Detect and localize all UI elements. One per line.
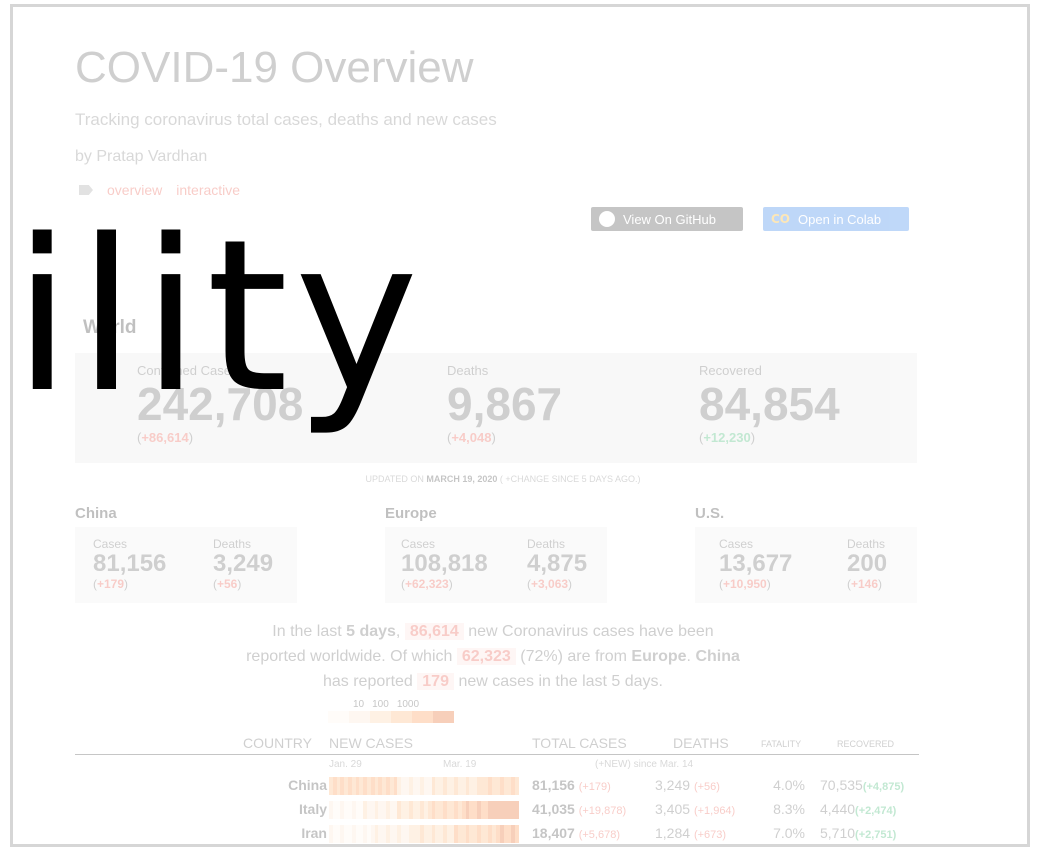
table-row: China 81,156 (+179) 3,249 (+56) 4.0% 70,535(… — [75, 775, 919, 797]
recovered-label: Recovered — [699, 363, 762, 378]
header-fatality[interactable]: FATALITY — [761, 739, 801, 749]
browser-frame: COVID-19 Overview Tracking coronavirus t… — [10, 4, 1030, 847]
header-country[interactable]: COUNTRY — [243, 735, 312, 751]
deaths-value: 9,867 — [447, 378, 563, 430]
view-on-github-button[interactable]: View On GitHub — [591, 207, 743, 231]
row-recovered-change: (+2,474) — [855, 805, 897, 817]
us-deaths: 200 — [847, 550, 888, 577]
china-cases: 81,156 — [93, 550, 167, 577]
row-country: China — [288, 777, 327, 793]
table-header: COUNTRY NEW CASES TOTAL CASES DEATHS FAT… — [75, 733, 919, 755]
timeline-start: Jan. 29 — [329, 759, 362, 770]
row-total-change: (+5,678) — [578, 829, 620, 841]
colab-button-label: Open in Colab — [798, 211, 882, 227]
region-title-china: China — [75, 505, 117, 522]
row-recovered-change: (+4,875) — [862, 781, 905, 793]
deaths-label: Deaths — [447, 363, 489, 378]
region-title-europe: Europe — [385, 505, 437, 522]
row-total-change: (+19,878) — [578, 805, 627, 817]
row-country: Iran — [301, 825, 327, 841]
overlay-text: ility — [13, 194, 425, 439]
heat-cell — [515, 777, 519, 795]
header-total-cases[interactable]: TOTAL CASES — [532, 735, 627, 751]
region-panel-china: Cases 81,156 (+179) Deaths 3,249 (+56) — [75, 527, 297, 603]
row-fatality: 7.0% — [773, 825, 805, 841]
page-subtitle: Tracking coronavirus total cases, deaths… — [75, 110, 497, 129]
header-deaths[interactable]: DEATHS — [673, 735, 729, 751]
row-total-change: (+179) — [578, 781, 611, 793]
summary-china-cases: 179 — [417, 673, 454, 690]
deaths-change: +4,048 — [451, 430, 492, 445]
row-fatality: 8.3% — [773, 801, 805, 817]
legend-swatch — [412, 711, 433, 723]
row-total: 81,156 — [532, 777, 575, 793]
github-button-label: View On GitHub — [623, 211, 716, 227]
timeline-end: Mar. 19 — [443, 759, 477, 770]
colab-icon: CO — [771, 212, 791, 226]
legend-swatch — [433, 711, 454, 723]
row-recovered: 4,440 — [820, 801, 856, 817]
recovered-change: +12,230 — [703, 430, 751, 445]
open-in-colab-button[interactable]: CO Open in Colab — [763, 207, 909, 231]
legend-swatch — [370, 711, 391, 723]
row-recovered: 5,710 — [820, 825, 856, 841]
row-fatality: 4.0% — [773, 777, 805, 793]
header-recovered[interactable]: RECOVERED — [837, 739, 894, 749]
summary-new-cases: 86,614 — [404, 623, 464, 640]
legend-color-bar — [328, 711, 454, 723]
row-heat-strip — [329, 777, 519, 795]
github-icon — [599, 211, 615, 227]
page-title: COVID-19 Overview — [75, 43, 474, 92]
row-heat-strip — [329, 801, 519, 819]
row-total: 18,407 — [532, 825, 575, 841]
europe-cases: 108,818 — [401, 550, 488, 577]
region-panel-europe: Cases 108,818 (+62,323) Deaths 4,875 (+3… — [385, 527, 607, 603]
table-row: Italy 41,035 (+19,878) 3,405 (+1,964) 8.3% 4… — [75, 799, 919, 821]
legend-swatch — [391, 711, 412, 723]
region-panel-us: Cases 13,677 (+10,950) Deaths 200 (+146) — [695, 527, 917, 603]
world-deaths-stat: Deaths 9,867 (+4,048) — [447, 363, 563, 445]
legend-swatch — [328, 711, 349, 723]
summary-paragraph: In the last 5 days, 86,614 new Coronavir… — [246, 623, 740, 690]
world-recovered-stat: Recovered 84,854 (+12,230) — [699, 363, 840, 445]
since-note: (+NEW) since Mar. 14 — [595, 759, 694, 770]
row-heat-strip — [329, 825, 519, 843]
row-country: Italy — [298, 801, 327, 817]
us-cases: 13,677 — [719, 550, 793, 577]
legend-swatch — [349, 711, 370, 723]
legend-scale: 10 100 1000 — [353, 699, 420, 710]
row-deaths: 1,284 — [655, 825, 691, 841]
summary-europe-cases: 62,323 — [456, 648, 516, 665]
table-row: Iran 18,407 (+5,678) 1,284 (+673) 7.0% 5,710… — [75, 823, 919, 844]
row-recovered-change: (+2,751) — [855, 829, 897, 841]
row-recovered: 70,535 — [820, 777, 863, 793]
row-deaths: 3,249 — [655, 777, 691, 793]
updated-note: UPDATED ON MARCH 19, 2020 ( +CHANGE SINC… — [365, 474, 641, 484]
europe-deaths: 4,875 — [527, 550, 588, 577]
updated-date: MARCH 19, 2020 — [426, 474, 498, 484]
region-title-us: U.S. — [695, 505, 725, 522]
heat-cell — [515, 801, 519, 819]
author-byline: by Pratap Vardhan — [75, 148, 208, 165]
recovered-value: 84,854 — [699, 378, 840, 430]
row-deaths: 3,405 — [655, 801, 691, 817]
header-new-cases[interactable]: NEW CASES — [329, 735, 413, 751]
row-deaths-change: (+1,964) — [693, 805, 736, 817]
row-deaths-change: (+56) — [693, 781, 720, 793]
row-deaths-change: (+673) — [693, 829, 727, 841]
row-total: 41,035 — [532, 801, 575, 817]
heat-cell — [515, 825, 519, 843]
china-deaths: 3,249 — [213, 550, 274, 577]
